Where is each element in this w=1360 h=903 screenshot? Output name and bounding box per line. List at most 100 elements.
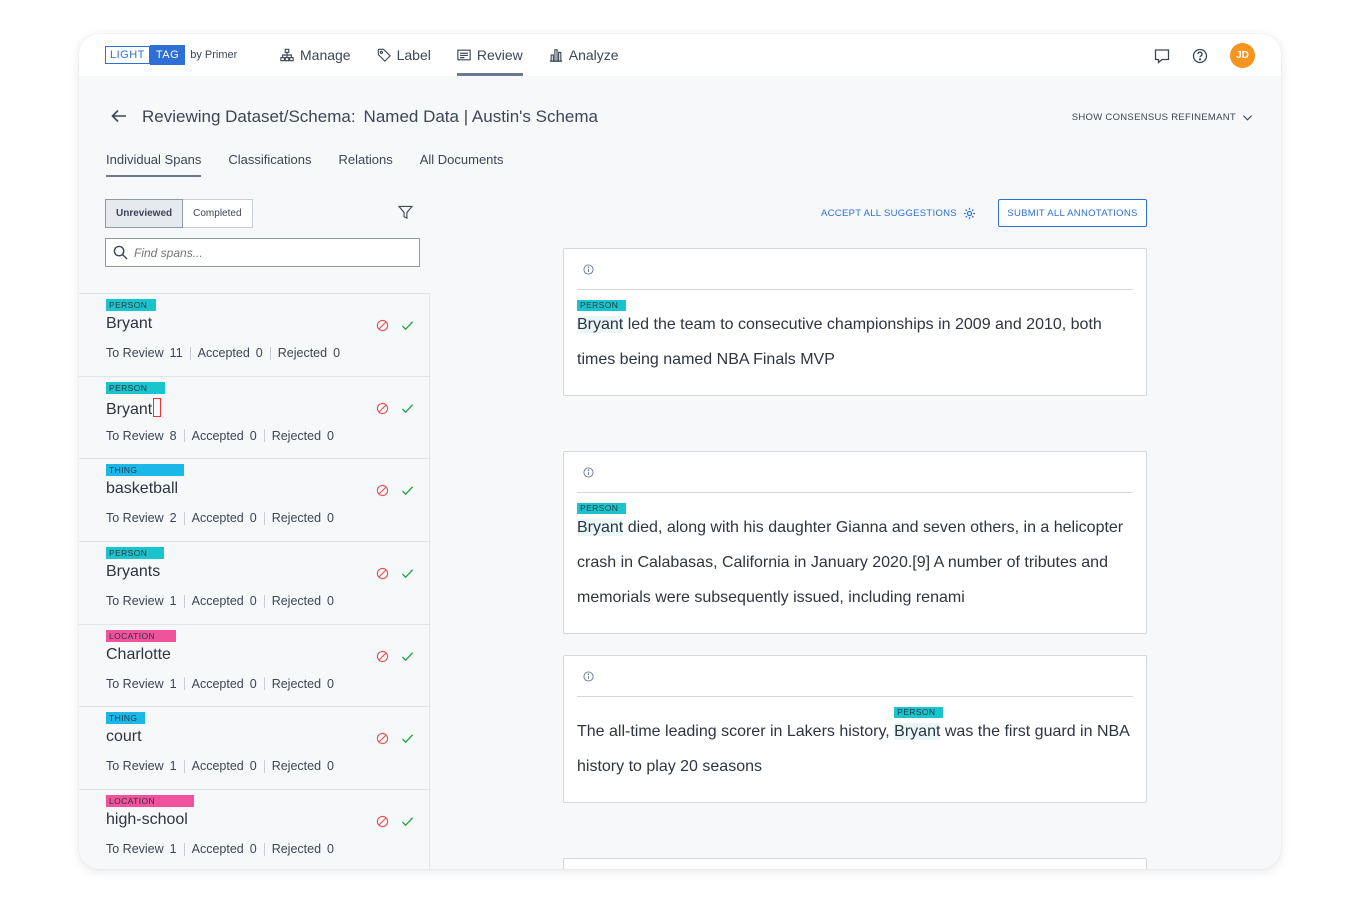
divider [263,677,265,691]
accept-check-icon[interactable] [401,815,414,828]
to-review-count: 11 [169,346,183,360]
span-stats: To Review 1 Accepted 0 Rejected 0 [106,677,334,691]
tab-all-documents[interactable]: All Documents [420,152,504,177]
rejected-label: Rejected [271,428,322,443]
accept-check-icon[interactable] [401,732,414,745]
span-item-court[interactable]: THING court To Review 1 Accepted 0 Rejecte… [79,707,430,791]
to-review-count: 1 [169,842,177,857]
to-review-count: 1 [169,594,177,609]
nav-label[interactable]: Label [377,34,431,76]
document-text: PERSON Bryant died, along with his daught… [577,503,1137,615]
page-title-prefix: Reviewing Dataset/Schema: [142,107,356,126]
span-item-high-school[interactable]: LOCATION high-school To Review 1 Accepted… [79,790,430,869]
review-icon [457,49,471,61]
app-window: LIGHT TAG by Primer Manage Label Review … [79,34,1281,869]
entity-text: Bryant [577,316,624,333]
search-input[interactable] [134,245,404,260]
completed-button[interactable]: Completed [183,199,253,228]
accepted-label: Accepted [197,346,250,360]
divider [183,759,185,773]
accept-check-icon[interactable] [401,484,414,497]
to-review-label: To Review [106,346,164,360]
entity-annotation[interactable]: PERSON Bryant [894,707,944,742]
help-icon[interactable] [1192,48,1208,64]
to-review-count: 1 [169,759,177,774]
accepted-label: Accepted [191,759,244,774]
chat-icon[interactable] [1154,48,1170,64]
review-tabs: Individual Spans Classifications Relatio… [106,152,504,177]
logo-light: LIGHT [105,46,150,64]
rejected-count: 0 [327,594,334,609]
logo-tag: TAG [149,45,186,65]
rejected-count: 0 [327,511,334,526]
reject-icon[interactable] [376,402,389,415]
entity-label-badge: PERSON [577,503,626,514]
consensus-dropdown[interactable]: SHOW CONSENSUS REFINEMANT [1072,112,1253,123]
accepted-label: Accepted [191,511,244,526]
span-stats: To Review 8 Accepted 0 Rejected 0 [106,429,334,443]
accepted-label: Accepted [191,428,244,443]
span-label-badge: PERSON [106,381,165,394]
user-avatar[interactable]: JD [1230,43,1255,68]
nav-analyze[interactable]: Analyze [549,34,619,76]
accept-check-icon[interactable] [401,402,414,415]
reject-icon[interactable] [376,815,389,828]
to-review-label: To Review [106,511,164,526]
text-after: died, along with his daughter Gianna and… [577,519,1124,606]
to-review-label: To Review [106,594,164,609]
accept-check-icon[interactable] [401,650,414,663]
accepted-count: 0 [249,759,257,774]
submit-all-annotations-button[interactable]: SUBMIT ALL ANNOTATIONS [998,199,1147,227]
document-card [563,858,1147,869]
bar-chart-icon [549,49,562,62]
span-item-bryant[interactable]: PERSON Bryant To Review 11 Accepted 0 Reje… [79,294,430,377]
info-icon[interactable] [583,467,594,478]
info-icon[interactable] [583,264,594,275]
nav-manage[interactable]: Manage [280,34,351,76]
tab-individual-spans[interactable]: Individual Spans [106,152,202,177]
accept-check-icon[interactable] [401,319,414,332]
filter-icon[interactable] [398,205,413,220]
accepted-count: 0 [249,594,257,609]
rejected-count: 0 [327,842,334,857]
reject-icon[interactable] [376,319,389,332]
entity-annotation[interactable]: PERSON Bryant [577,503,626,538]
main-nav: Manage Label Review Analyze [280,34,645,76]
span-text: Bryant [106,397,162,419]
nav-analyze-label: Analyze [568,47,619,63]
nav-review[interactable]: Review [456,34,523,76]
card-divider [577,492,1133,493]
reject-icon[interactable] [376,732,389,745]
tab-relations[interactable]: Relations [339,152,393,177]
divider [189,346,191,360]
document-text: PERSON Bryant led the team to consecutive… [577,300,1137,377]
back-arrow-icon[interactable] [110,107,128,125]
to-review-label: To Review [106,676,164,691]
span-item-charlotte[interactable]: LOCATION Charlotte To Review 1 Accepted 0 … [79,624,430,708]
lighttag-logo[interactable]: LIGHT TAG by Primer [105,45,237,65]
reject-icon[interactable] [376,650,389,663]
span-stats: To Review 2 Accepted 0 Rejected 0 [106,511,334,525]
card-divider [577,289,1133,290]
document-card: The all-time leading scorer in Lakers hi… [563,655,1147,803]
rejected-label: Rejected [271,511,322,526]
span-item-basketball[interactable]: THING basketball To Review 2 Accepted 0 Re… [79,459,430,543]
reject-icon[interactable] [376,484,389,497]
span-stats: To Review 11 Accepted 0 Rejected 0 [106,346,340,360]
entity-text: Bryant [577,519,624,536]
tab-classifications[interactable]: Classifications [228,152,311,177]
entity-annotation[interactable]: PERSON Bryant [577,300,626,335]
accepted-label: Accepted [191,594,244,609]
accept-check-icon[interactable] [401,567,414,580]
rejected-count: 0 [333,346,341,360]
rejected-label: Rejected [271,759,322,774]
accept-all-suggestions-link[interactable]: ACCEPT ALL SUGGESTIONS [821,208,957,219]
gear-icon[interactable] [963,207,976,220]
info-icon[interactable] [583,671,594,682]
span-text: Bryants [106,563,161,581]
reject-icon[interactable] [376,567,389,580]
span-item-bryant-2[interactable]: PERSON Bryant To Review 8 Accepted 0 Rejec… [79,376,430,460]
unreviewed-button[interactable]: Unreviewed [105,199,184,228]
span-item-bryants[interactable]: PERSON Bryants To Review 1 Accepted 0 Reje… [79,542,430,625]
span-label-badge: THING [106,712,145,725]
